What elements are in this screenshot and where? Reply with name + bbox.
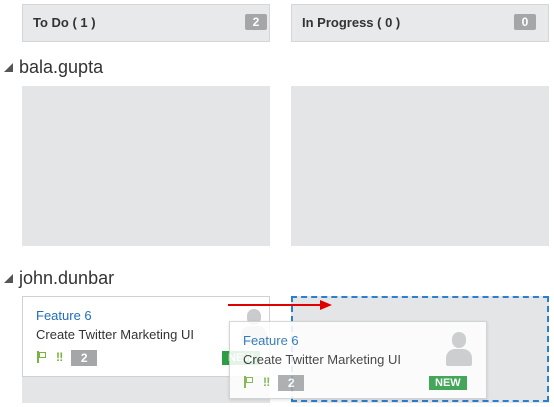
column-count-badge: 0 <box>514 14 536 30</box>
task-name: Create Twitter Marketing UI <box>36 327 194 342</box>
lane-cell-todo[interactable] <box>22 86 270 246</box>
story-points-badge: 2 <box>278 375 305 391</box>
swimlane-label-bala-gupta[interactable]: bala.gupta <box>4 57 103 78</box>
column-title: To Do ( 1 ) <box>33 15 96 30</box>
assignee-avatar-icon[interactable] <box>446 332 472 366</box>
card-meta-row: ‼ 2 <box>36 350 98 366</box>
task-name: Create Twitter Marketing UI <box>243 352 401 367</box>
column-header-todo[interactable]: To Do ( 1 ) 2 <box>22 4 270 42</box>
lane-cell-in-progress[interactable] <box>291 86 549 246</box>
collapse-triangle-icon[interactable] <box>4 274 13 283</box>
collapse-triangle-icon[interactable] <box>4 63 13 72</box>
feature-link[interactable]: Feature 6 <box>36 308 92 323</box>
status-badge: NEW <box>429 376 467 390</box>
swimlane-name: john.dunbar <box>19 268 115 288</box>
swimlane-label-john-dunbar[interactable]: john.dunbar <box>4 268 114 289</box>
card-meta-row: ‼ 2 <box>243 375 305 391</box>
column-header-in-progress[interactable]: In Progress ( 0 ) 0 <box>291 4 549 42</box>
column-title: In Progress ( 0 ) <box>302 15 401 30</box>
priority-icon: ‼ <box>56 350 64 364</box>
priority-icon: ‼ <box>263 375 271 389</box>
story-points-badge: 2 <box>71 350 98 366</box>
feature-link[interactable]: Feature 6 <box>243 333 299 348</box>
dragged-task-card[interactable]: Feature 6 Create Twitter Marketing UI ‼ 2… <box>229 321 487 399</box>
flag-icon[interactable] <box>243 376 255 388</box>
flag-icon[interactable] <box>36 351 48 363</box>
drag-direction-arrow-icon <box>228 300 332 310</box>
swimlane-name: bala.gupta <box>19 57 104 77</box>
column-count-badge: 2 <box>245 14 267 30</box>
